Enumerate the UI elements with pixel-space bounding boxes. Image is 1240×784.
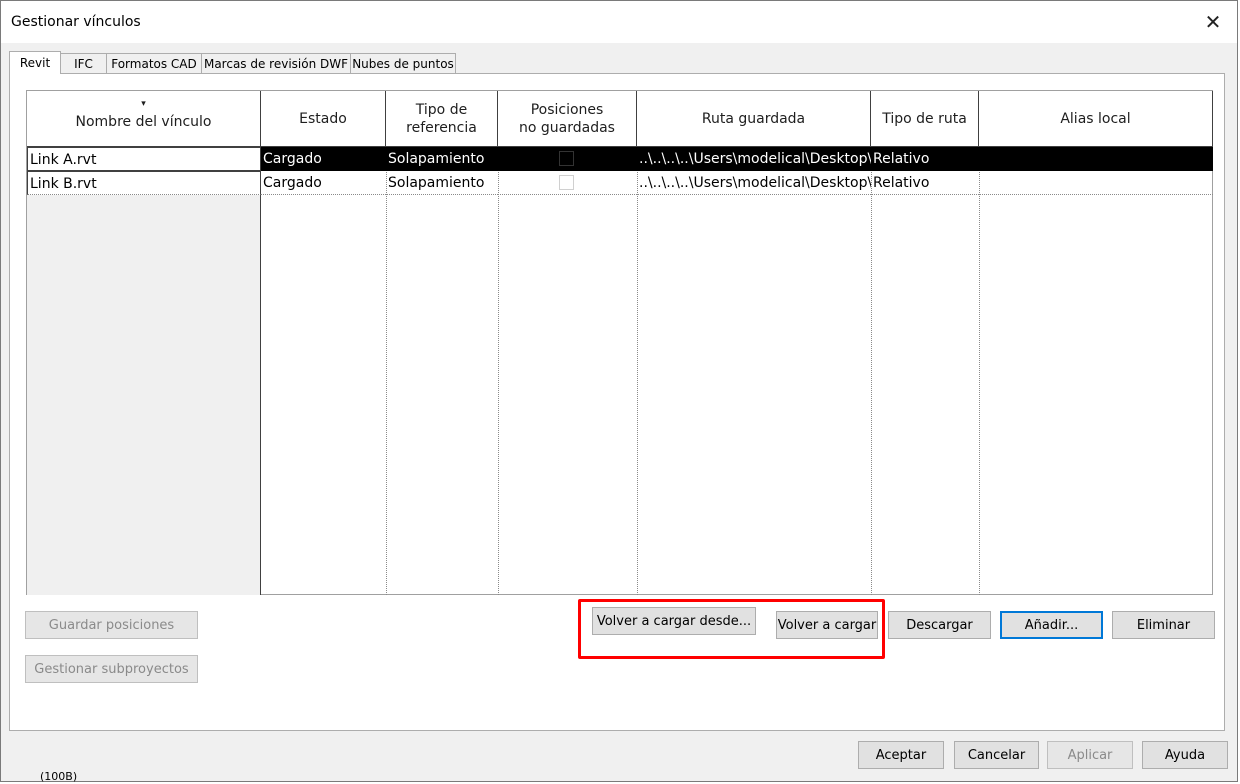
- name-column-background: [27, 147, 261, 595]
- tab-formatos-cad[interactable]: Formatos CAD: [106, 53, 202, 73]
- posiciones-cell[interactable]: [498, 171, 637, 195]
- column-header-posiciones[interactable]: Posiciones no guardadas: [498, 91, 637, 147]
- tipo-ruta-cell[interactable]: Relativo: [871, 171, 979, 195]
- column-header-label: Tipo de ruta: [882, 110, 967, 127]
- background-text-fragment: (100B): [40, 770, 78, 783]
- ruta-guardada-cell[interactable]: ..\..\..\..\Users\modelical\Desktop\L: [637, 147, 871, 171]
- tab-nubes-de-puntos[interactable]: Nubes de puntos: [350, 53, 456, 73]
- column-divider: [871, 147, 872, 595]
- sort-down-icon: ▾: [141, 99, 146, 109]
- estado-cell[interactable]: Cargado: [261, 147, 386, 171]
- eliminar-button[interactable]: Eliminar: [1112, 611, 1215, 639]
- column-header-label: Estado: [299, 110, 347, 127]
- ayuda-button[interactable]: Ayuda: [1142, 741, 1228, 769]
- column-header-label: Posiciones no guardadas: [519, 101, 615, 136]
- links-table: ▾ Nombre del vínculo Estado Tipo de refe…: [26, 90, 1213, 595]
- column-header-label: Alias local: [1060, 110, 1131, 127]
- aplicar-button[interactable]: Aplicar: [1047, 741, 1133, 769]
- manage-links-dialog: Gestionar vínculos ✕ Revit IFC Formatos …: [0, 0, 1238, 782]
- alias-local-cell[interactable]: [979, 171, 1213, 195]
- tab-revit[interactable]: Revit: [9, 51, 61, 74]
- column-header-nombre[interactable]: ▾ Nombre del vínculo: [27, 91, 261, 147]
- estado-cell[interactable]: Cargado: [261, 171, 386, 195]
- guardar-posiciones-button[interactable]: Guardar posiciones: [25, 611, 198, 639]
- column-header-estado[interactable]: Estado: [261, 91, 386, 147]
- anadir-button[interactable]: Añadir...: [1000, 611, 1103, 639]
- title-bar: Gestionar vínculos ✕: [1, 1, 1237, 43]
- posiciones-cell[interactable]: [498, 147, 637, 171]
- column-header-tipo-ruta[interactable]: Tipo de ruta: [871, 91, 979, 147]
- link-name-cell[interactable]: Link B.rvt: [27, 171, 261, 195]
- column-header-ruta-guardada[interactable]: Ruta guardada: [637, 91, 871, 147]
- link-name-cell[interactable]: Link A.rvt: [27, 147, 261, 171]
- tipo-referencia-cell[interactable]: Solapamiento: [386, 171, 498, 195]
- gestionar-subproyectos-button[interactable]: Gestionar subproyectos: [25, 655, 198, 683]
- descargar-button[interactable]: Descargar: [888, 611, 991, 639]
- aceptar-button[interactable]: Aceptar: [858, 741, 944, 769]
- red-highlight-annotation: [578, 599, 885, 659]
- column-divider: [637, 147, 638, 595]
- posiciones-checkbox[interactable]: [559, 175, 574, 190]
- tab-ifc[interactable]: IFC: [60, 53, 107, 73]
- column-header-tipo-referencia[interactable]: Tipo de referencia: [386, 91, 498, 147]
- dialog-title: Gestionar vínculos: [11, 14, 141, 30]
- column-divider: [386, 147, 387, 595]
- table-row[interactable]: Link B.rvt Cargado Solapamiento ..\..\..…: [27, 171, 1213, 195]
- column-header-label: Ruta guardada: [701, 110, 806, 127]
- close-icon[interactable]: ✕: [1197, 7, 1229, 37]
- tipo-ruta-cell[interactable]: Relativo: [871, 147, 979, 171]
- column-header-label: Tipo de referencia: [406, 101, 477, 136]
- tipo-referencia-cell[interactable]: Solapamiento: [386, 147, 498, 171]
- column-header-alias-local[interactable]: Alias local: [979, 91, 1213, 147]
- ruta-guardada-cell[interactable]: ..\..\..\..\Users\modelical\Desktop\L: [637, 171, 871, 195]
- column-divider: [979, 147, 980, 595]
- column-divider: [498, 147, 499, 595]
- alias-local-cell[interactable]: [979, 147, 1213, 171]
- tab-marcas-revision-dwf[interactable]: Marcas de revisión DWF: [201, 53, 351, 73]
- table-row[interactable]: Link A.rvt Cargado Solapamiento ..\..\..…: [27, 147, 1213, 171]
- column-header-label: Nombre del vínculo: [75, 114, 212, 130]
- cancelar-button[interactable]: Cancelar: [954, 741, 1039, 769]
- posiciones-checkbox[interactable]: [559, 151, 574, 166]
